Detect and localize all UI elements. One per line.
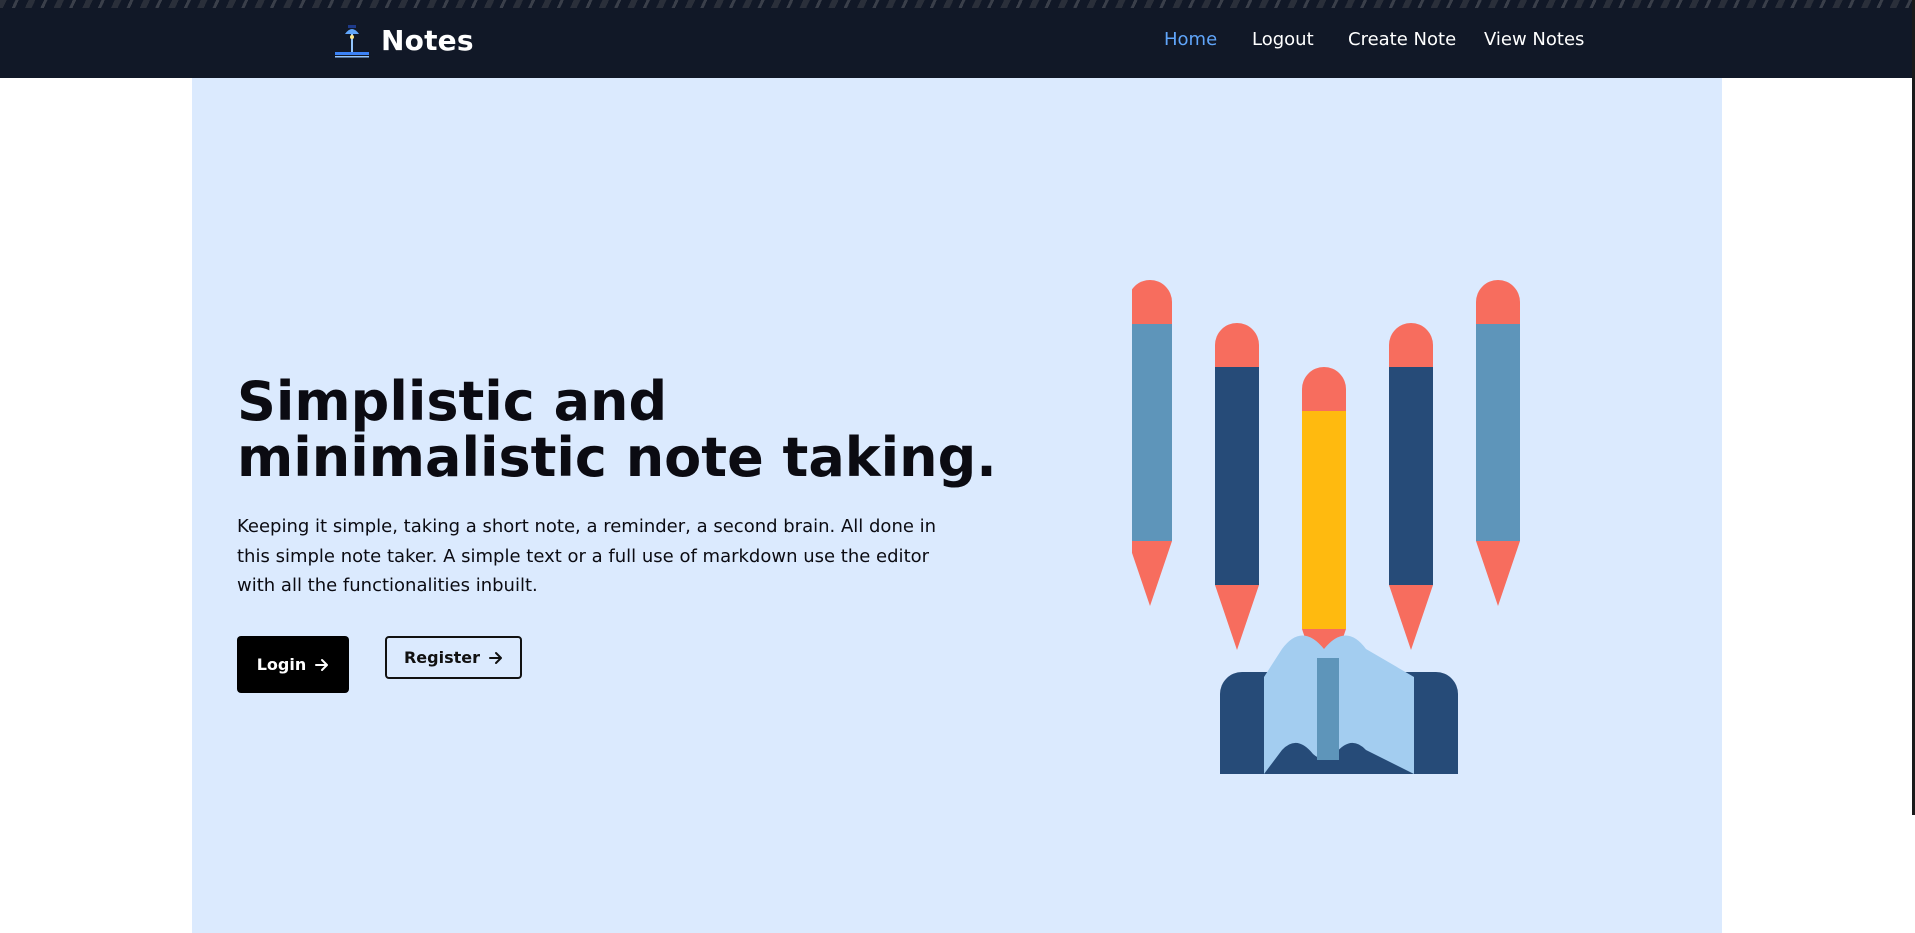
nav-links: Home Logout Create Note View Notes bbox=[0, 29, 1912, 55]
hero-section: Simplistic and minimalistic note taking.… bbox=[192, 78, 1722, 933]
nav-logout-link[interactable]: Logout bbox=[1252, 29, 1314, 50]
pencil-1 bbox=[1132, 280, 1172, 606]
login-button[interactable]: Login bbox=[237, 636, 349, 693]
nav-home-link[interactable]: Home bbox=[1164, 29, 1217, 50]
hero-title: Simplistic and minimalistic note taking. bbox=[237, 370, 997, 489]
pencil-4 bbox=[1389, 323, 1433, 650]
pencils-and-book-illustration bbox=[1132, 280, 1520, 774]
register-button-label: Register bbox=[403, 648, 481, 667]
arrow-right-icon bbox=[315, 658, 329, 671]
nav-create-note-link[interactable]: Create Note bbox=[1348, 29, 1456, 50]
arrow-right-icon bbox=[489, 651, 503, 664]
top-navbar: Notes Home Logout Create Note View Notes bbox=[0, 0, 1912, 78]
navbar-texture bbox=[0, 0, 1912, 8]
pencil-5 bbox=[1476, 280, 1520, 606]
login-button-label: Login bbox=[256, 655, 307, 674]
nav-view-notes-link[interactable]: View Notes bbox=[1484, 29, 1584, 50]
register-button[interactable]: Register bbox=[385, 636, 522, 679]
pencil-2 bbox=[1215, 323, 1259, 650]
open-book bbox=[1220, 635, 1458, 774]
hero-description: Keeping it simple, taking a short note, … bbox=[237, 516, 937, 596]
